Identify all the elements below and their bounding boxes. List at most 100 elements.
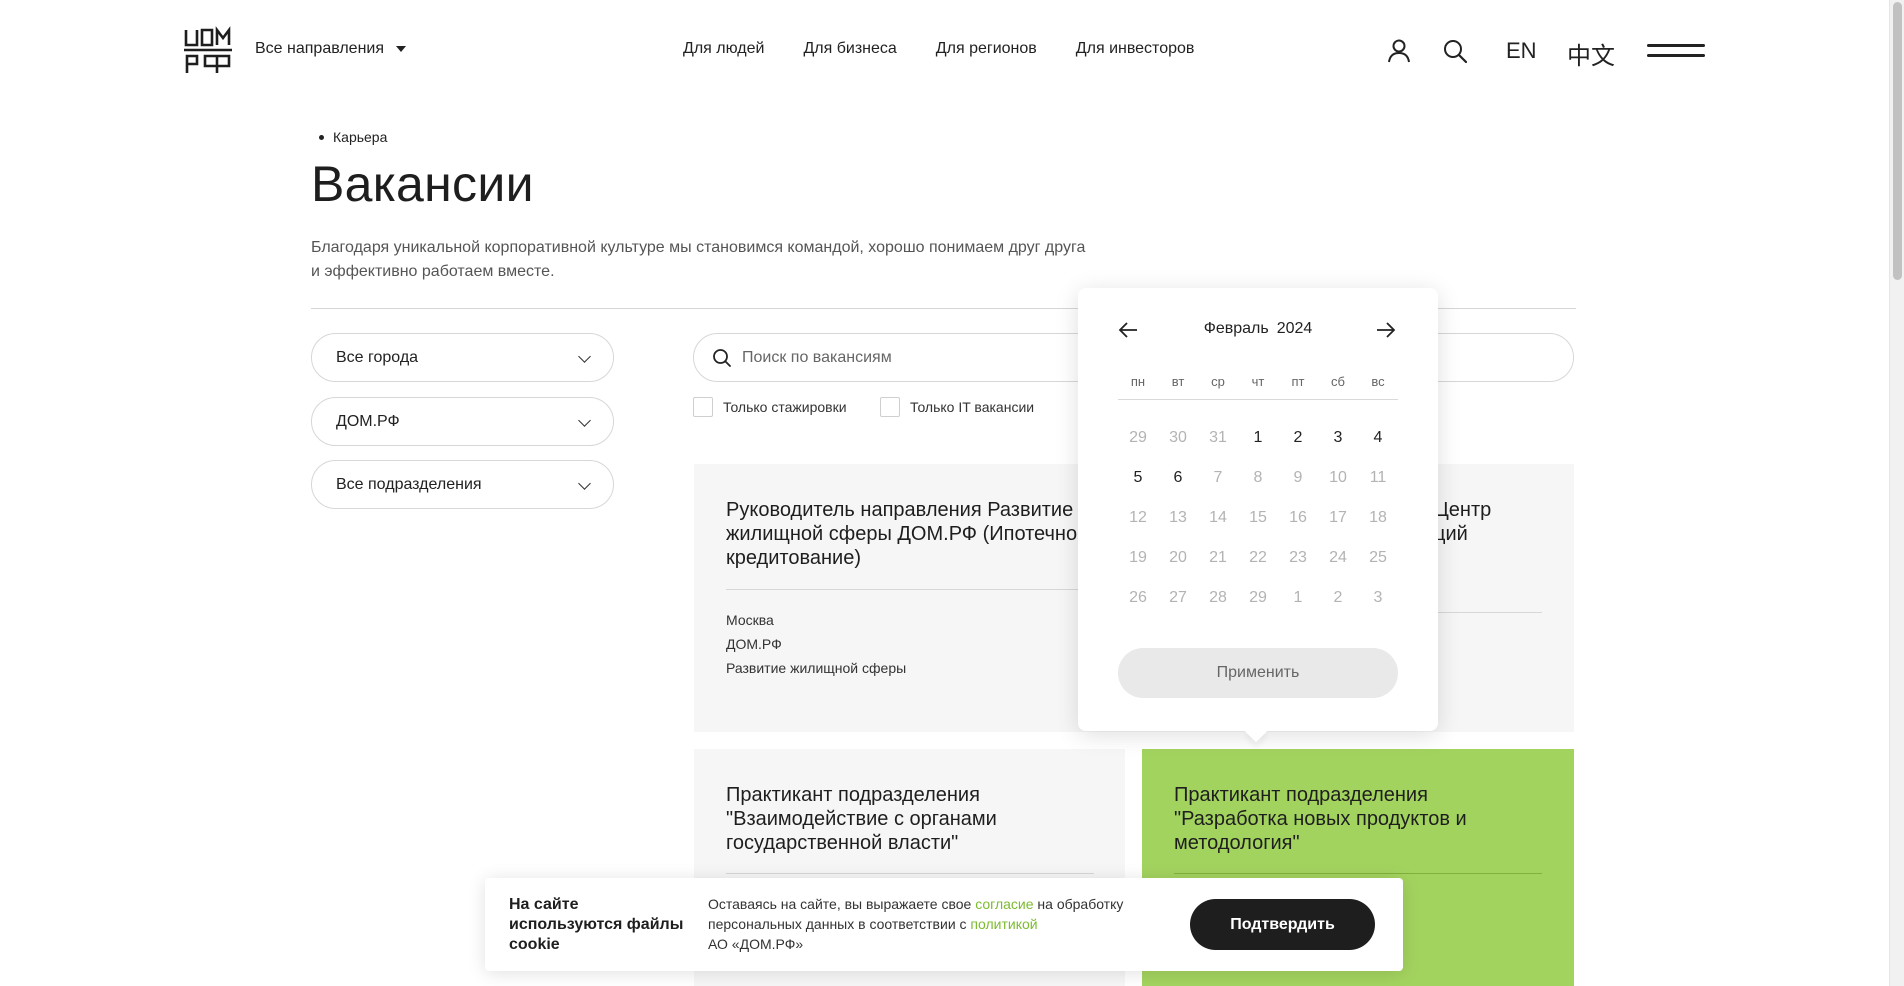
calendar-day[interactable]: 6 xyxy=(1158,468,1198,488)
company-select-value: ДОМ.РФ xyxy=(336,412,400,430)
calendar-day: 21 xyxy=(1209,549,1227,566)
company-select[interactable]: ДОМ.РФ xyxy=(311,397,614,446)
calendar-day[interactable]: 5 xyxy=(1118,468,1158,488)
chevron-down-icon xyxy=(578,414,591,427)
caret-down-icon xyxy=(396,46,407,52)
chevron-down-icon xyxy=(578,477,591,490)
city-select[interactable]: Все города xyxy=(311,333,614,382)
cookie-text-part: Оставаясь на сайте, вы выражаете свое xyxy=(708,896,976,912)
weekday-label: вт xyxy=(1171,374,1185,389)
calendar-day: 28 xyxy=(1209,589,1227,606)
lang-cn-link[interactable]: 中文 xyxy=(1567,36,1615,71)
apply-button[interactable]: Применить xyxy=(1118,648,1398,698)
weekday-label: вс xyxy=(1371,374,1385,389)
calendar-day[interactable]: 1 xyxy=(1238,428,1278,448)
all-directions-dropdown[interactable]: Все направления xyxy=(255,40,407,58)
calendar-day: 30 xyxy=(1169,429,1187,446)
vacancy-title-partial-line-2: ций xyxy=(1434,523,1468,545)
vacancy-title[interactable]: Практикант подразделения "Разработка нов… xyxy=(1174,783,1544,855)
user-icon[interactable] xyxy=(1386,38,1412,64)
checkbox-box[interactable] xyxy=(693,397,713,417)
vacancy-meta: Москва ДОМ.РФ Развитие жилищной сферы xyxy=(726,608,906,680)
calendar-day: 1 xyxy=(1293,589,1303,606)
it-vacancies-checkbox[interactable]: Только IT вакансии xyxy=(880,397,1034,417)
calendar-day: 9 xyxy=(1293,469,1303,486)
card-divider xyxy=(1435,612,1542,613)
vacancy-title-partial[interactable]: Центр ций xyxy=(1434,498,1491,546)
calendar-divider xyxy=(1118,399,1398,400)
confirm-cookie-button[interactable]: Подтвердить xyxy=(1190,899,1375,950)
calendar-day: 31 xyxy=(1209,429,1227,446)
calendar-day: 25 xyxy=(1369,549,1387,566)
calendar-day: 12 xyxy=(1129,509,1147,526)
cookie-title: На сайте используются файлы cookie xyxy=(509,896,684,953)
calendar-day: 24 xyxy=(1329,549,1347,566)
calendar-day: 14 xyxy=(1209,509,1227,526)
vacancy-title[interactable]: Руководитель направления Развитие жилищн… xyxy=(726,498,1096,570)
calendar-day[interactable]: 2 xyxy=(1278,428,1318,448)
page-intro: Благодаря уникальной корпоративной культ… xyxy=(311,236,1111,284)
breadcrumb-career[interactable]: Карьера xyxy=(333,129,387,145)
calendar-day: 13 xyxy=(1169,509,1187,526)
nav-regions[interactable]: Для регионов xyxy=(936,40,1037,58)
vacancy-title-partial-line-1: Центр xyxy=(1434,499,1492,521)
calendar-year[interactable]: 2024 xyxy=(1277,320,1313,337)
card-divider xyxy=(1174,873,1542,874)
arrow-right-icon[interactable] xyxy=(1374,318,1398,342)
vacancy-company: ДОМ.РФ xyxy=(726,636,782,652)
calendar-day: 26 xyxy=(1129,589,1147,606)
date-picker: Февраль 2024 пн вт ср чт пт сб вс 29 30 31 1 2 3 4 5 6 7… xyxy=(1078,288,1438,731)
calendar-month[interactable]: Февраль xyxy=(1204,320,1269,337)
calendar-day: 8 xyxy=(1253,469,1263,486)
policy-link[interactable]: политикой xyxy=(970,916,1037,932)
page-scrollbar[interactable] xyxy=(1889,0,1904,986)
bullet-icon xyxy=(319,134,324,140)
weekday-label: чт xyxy=(1251,374,1265,389)
vacancy-department: Развитие жилищной сферы xyxy=(726,660,907,676)
intro-line-1: Благодаря уникальной корпоративной культ… xyxy=(311,239,1086,256)
calendar-day: 23 xyxy=(1289,549,1307,566)
department-select[interactable]: Все подразделения xyxy=(311,460,614,509)
search-icon[interactable] xyxy=(1442,38,1468,64)
vacancy-title[interactable]: Практикант подразделения "Взаимодействие… xyxy=(726,783,1096,855)
cookie-banner: На сайте используются файлы cookie Остав… xyxy=(485,878,1403,971)
it-vacancies-checkbox-label: Только IT вакансии xyxy=(910,399,1035,415)
calendar-day[interactable]: 3 xyxy=(1318,428,1358,448)
site-header: Все направления Для людей Для бизнеса Дл… xyxy=(0,0,1889,104)
internships-checkbox[interactable]: Только стажировки xyxy=(693,397,847,417)
calendar-day[interactable]: 4 xyxy=(1358,428,1398,448)
cookie-text: Оставаясь на сайте, вы выражаете свое со… xyxy=(708,894,1158,954)
calendar-day: 20 xyxy=(1169,549,1187,566)
page-title: Вакансии xyxy=(311,156,534,212)
vacancy-city: Москва xyxy=(726,612,774,628)
lang-en-link[interactable]: EN xyxy=(1506,38,1537,64)
calendar-day: 3 xyxy=(1373,589,1383,606)
nav-people[interactable]: Для людей xyxy=(683,40,764,58)
city-select-value: Все города xyxy=(336,348,419,366)
calendar-day: 18 xyxy=(1369,509,1387,526)
nav-business[interactable]: Для бизнеса xyxy=(803,40,896,58)
nav-investors[interactable]: Для инвесторов xyxy=(1076,40,1195,58)
department-select-value: Все подразделения xyxy=(336,475,482,493)
all-directions-label: Все направления xyxy=(255,40,385,57)
calendar-day: 10 xyxy=(1329,469,1347,486)
calendar-day: 11 xyxy=(1369,469,1387,486)
weekday-label: сб xyxy=(1331,374,1345,389)
chevron-down-icon xyxy=(578,350,591,363)
calendar-day: 29 xyxy=(1249,589,1267,606)
calendar-day: 16 xyxy=(1289,509,1307,526)
calendar-day: 27 xyxy=(1169,589,1187,606)
domrf-logo[interactable] xyxy=(183,26,233,76)
checkbox-box[interactable] xyxy=(880,397,900,417)
weekday-label: пн xyxy=(1130,374,1146,389)
scrollbar-thumb[interactable] xyxy=(1893,2,1902,280)
card-divider xyxy=(726,873,1094,874)
consent-link[interactable]: согласие xyxy=(975,896,1033,912)
weekday-label: ср xyxy=(1211,374,1225,389)
calendar-day: 7 xyxy=(1213,469,1223,486)
menu-icon[interactable] xyxy=(1647,44,1705,58)
calendar-day: 22 xyxy=(1249,549,1267,566)
main-nav: Для людей Для бизнеса Для регионов Для и… xyxy=(683,40,1194,58)
calendar-day: 19 xyxy=(1129,549,1147,566)
search-icon xyxy=(713,348,731,367)
